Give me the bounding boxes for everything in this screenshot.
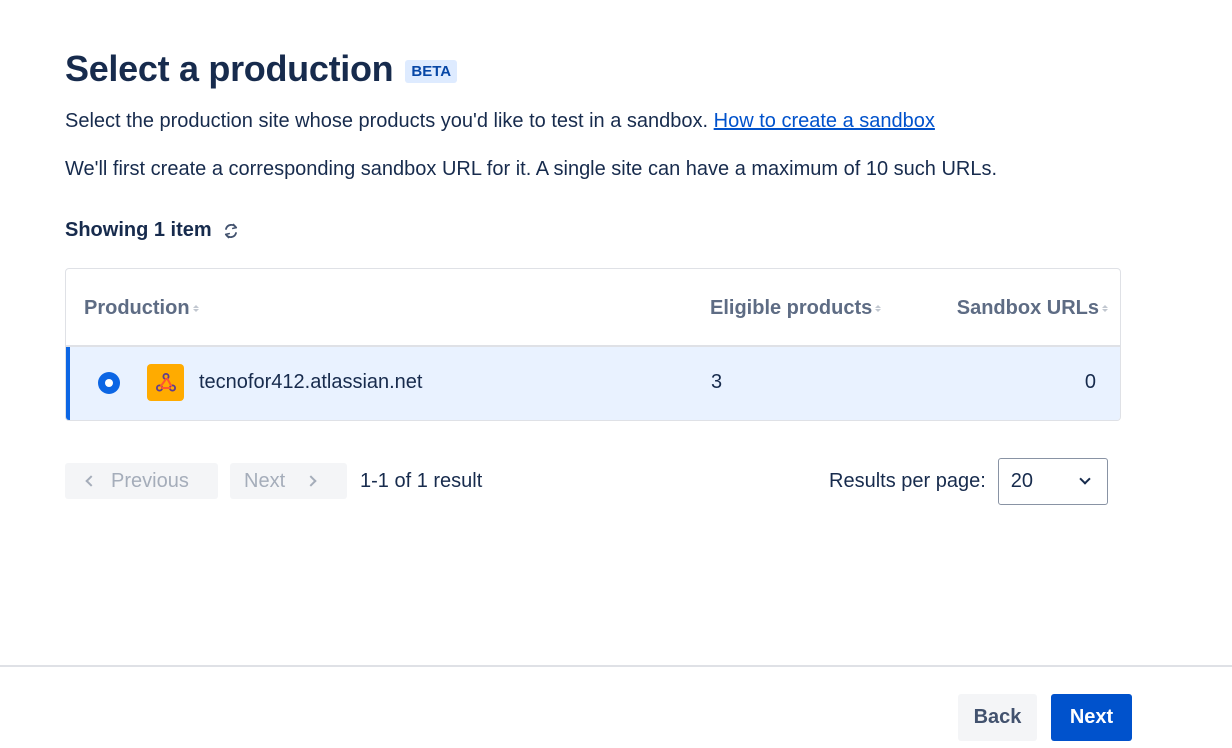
showing-count: Showing 1 item (65, 219, 240, 242)
column-header-label: Sandbox URLs (956, 297, 1099, 319)
site-icon (147, 364, 184, 401)
chevron-left-icon (85, 475, 97, 487)
previous-label: Previous (111, 469, 189, 492)
sandbox-urls-value: 0 (1084, 371, 1096, 393)
chevron-down-icon (1079, 473, 1091, 485)
showing-count-label: Showing 1 item (65, 219, 212, 241)
sort-icon (192, 305, 199, 312)
column-header-label: Eligible products (710, 297, 873, 319)
row-radio-selected[interactable] (98, 372, 120, 394)
sort-icon (875, 305, 882, 312)
results-per-page-select[interactable]: 20 (997, 458, 1108, 505)
title-row: Select a production BETA (65, 48, 458, 90)
column-header-eligible-products[interactable]: Eligible products (710, 297, 882, 320)
results-per-page-value: 20 (1010, 470, 1034, 492)
pagination: Previous Next 1-1 of 1 result (65, 463, 482, 499)
back-button[interactable]: Back (958, 694, 1037, 741)
webhook-icon (155, 372, 176, 391)
description-line-1: Select the production site whose product… (65, 110, 935, 133)
results-per-page-label: Results per page: (829, 470, 986, 492)
table-row[interactable]: tecnofor412.atlassian.net 3 0 (66, 347, 1120, 420)
next-page-button[interactable]: Next (230, 463, 347, 499)
refresh-icon[interactable] (222, 222, 240, 240)
previous-page-button[interactable]: Previous (65, 463, 218, 499)
column-header-label: Production (84, 297, 190, 319)
chevron-right-icon (305, 475, 317, 487)
site-name: tecnofor412.atlassian.net (199, 371, 423, 393)
how-to-create-sandbox-link[interactable]: How to create a sandbox (714, 110, 935, 132)
results-per-page: Results per page: 20 (829, 458, 1108, 505)
result-range: 1-1 of 1 result (360, 469, 483, 492)
column-header-production[interactable]: Production (84, 297, 199, 320)
production-table: Production Eligible products Sandbox URL… (65, 268, 1121, 421)
beta-badge: BETA (405, 59, 458, 83)
footer-divider (0, 665, 1232, 667)
page: Select a production BETA Select the prod… (0, 0, 1232, 748)
description-text: Select the production site whose product… (65, 110, 714, 132)
page-title: Select a production (65, 48, 394, 89)
eligible-products-value: 3 (711, 371, 723, 393)
description-line-2: We'll first create a corresponding sandb… (65, 158, 998, 180)
next-page-label: Next (244, 469, 286, 492)
next-button[interactable]: Next (1051, 694, 1132, 741)
column-header-sandbox-urls[interactable]: Sandbox URLs (957, 297, 1108, 320)
table-header: Production Eligible products Sandbox URL… (66, 269, 1120, 347)
sort-icon (1102, 305, 1108, 312)
